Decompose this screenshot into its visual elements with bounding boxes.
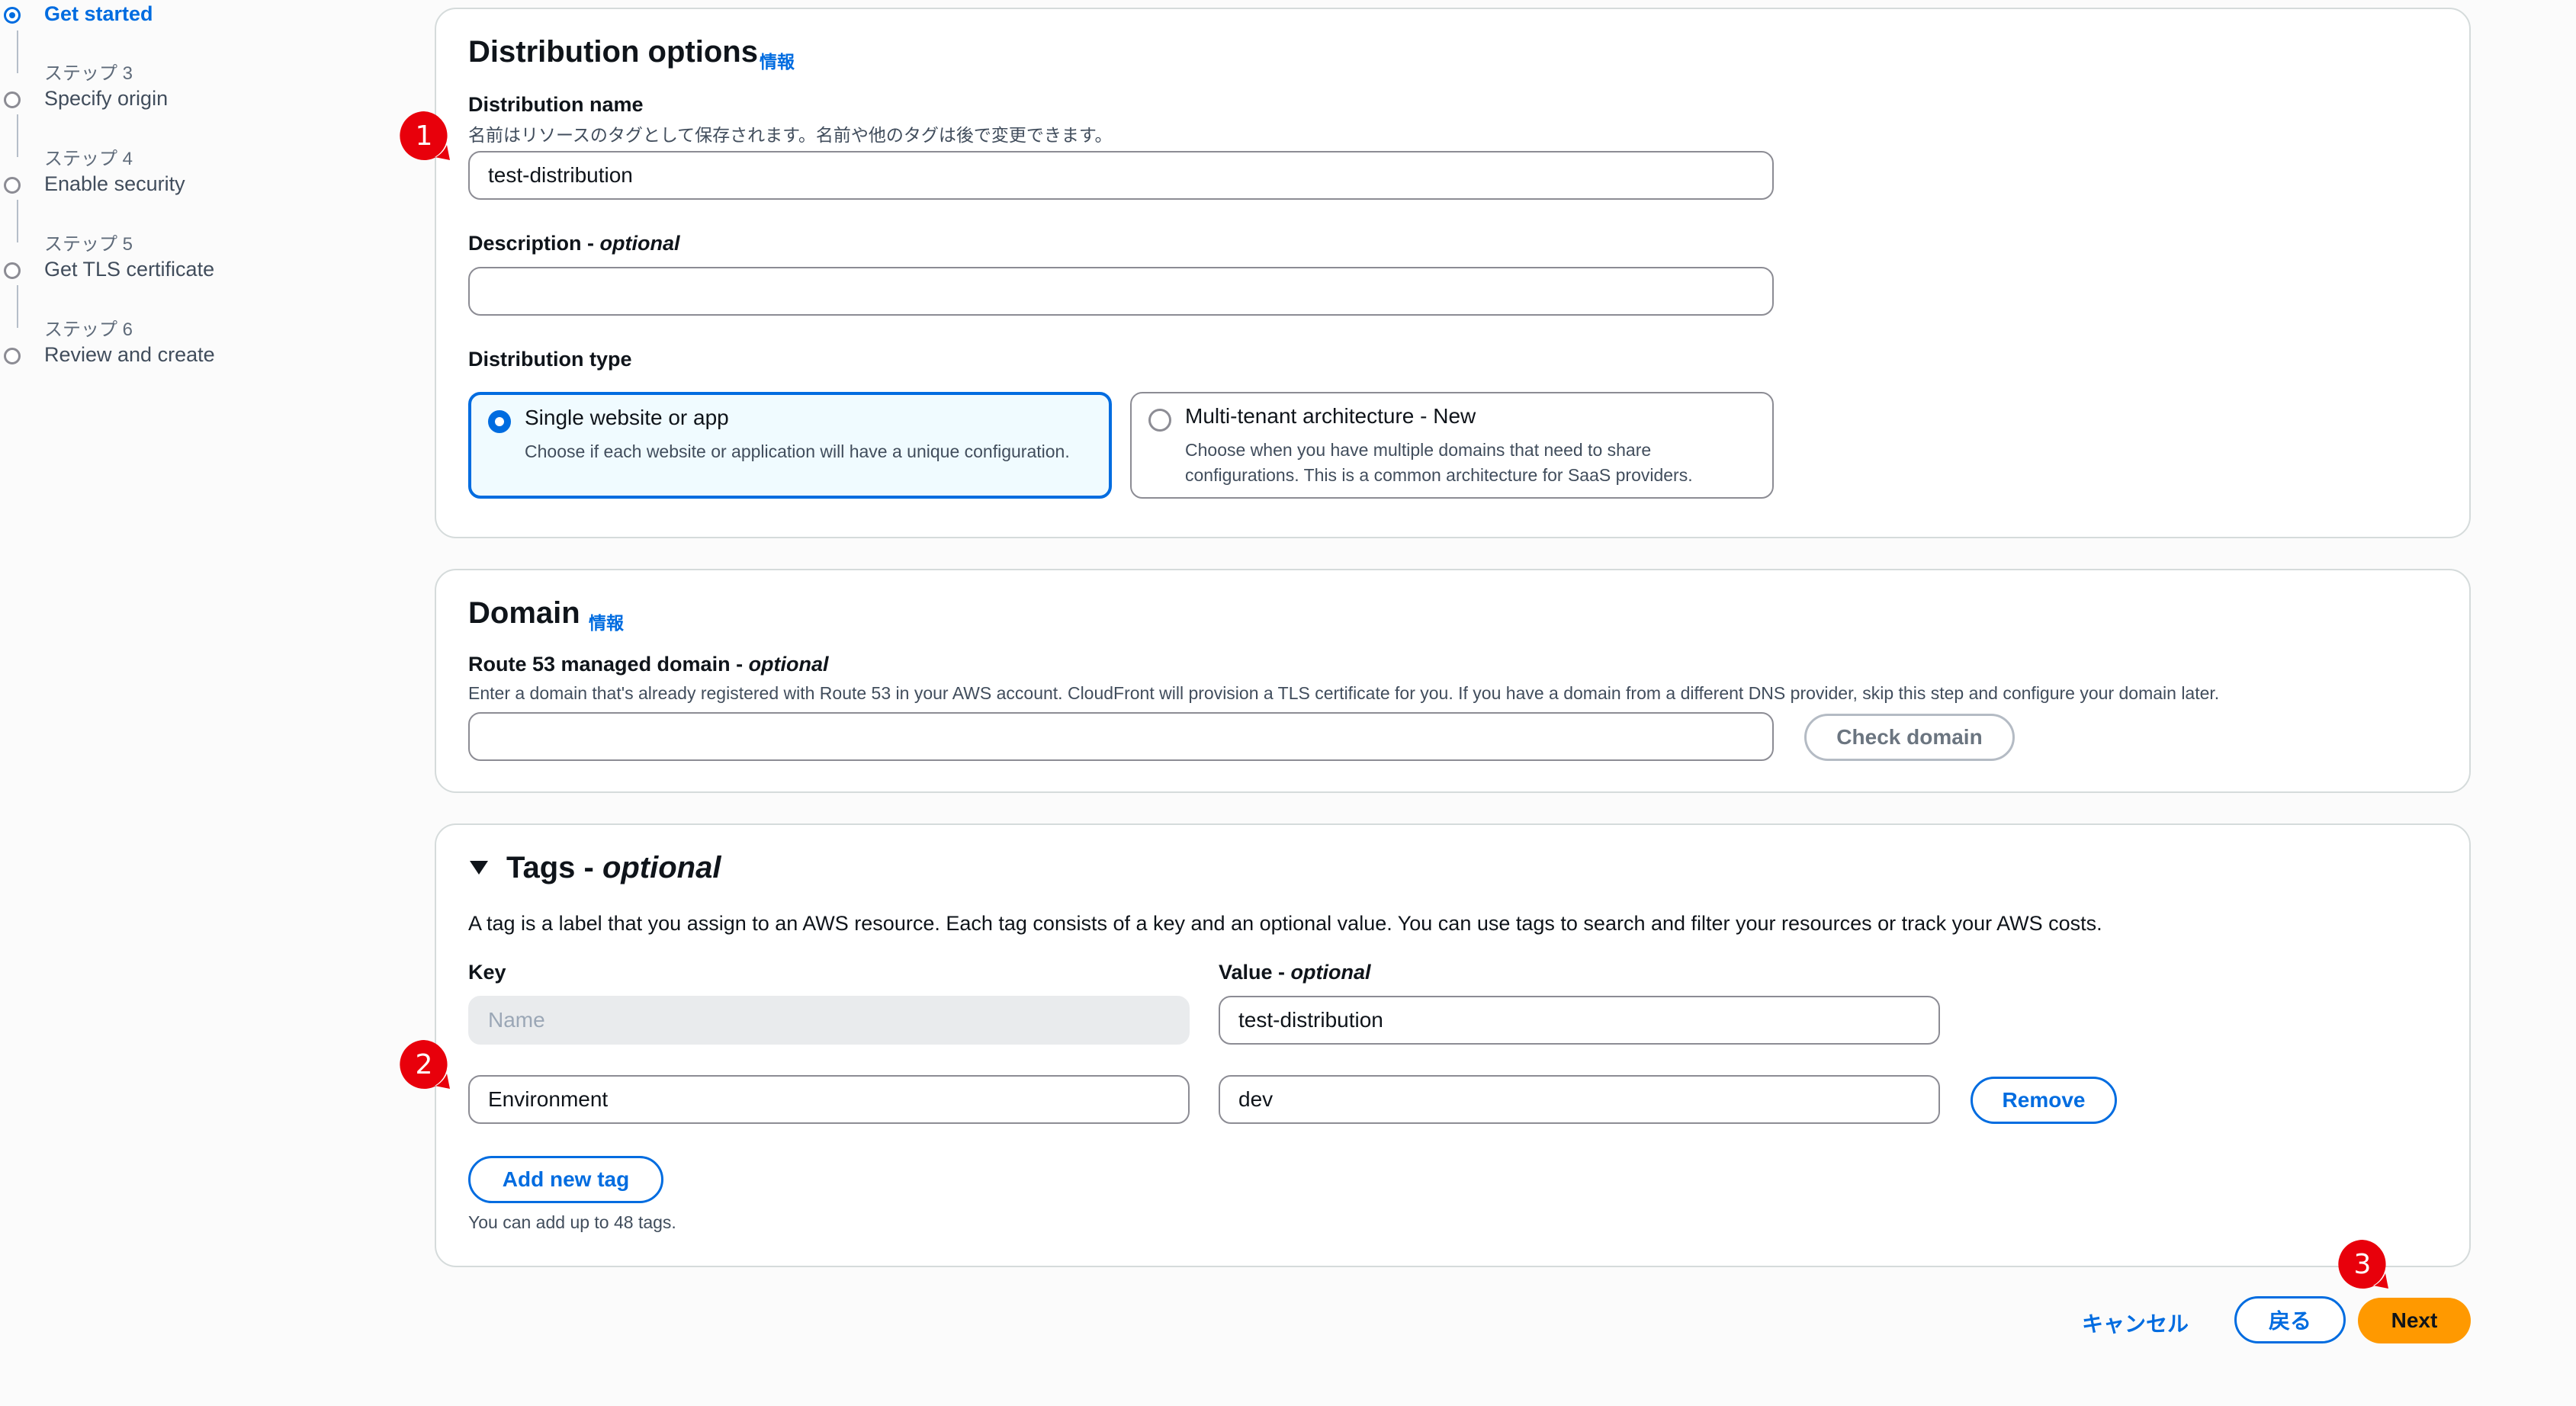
description-label: Description - optional (468, 232, 680, 255)
cancel-button[interactable]: キャンセル (2082, 1308, 2189, 1338)
tag-key-input-name: Name (468, 996, 1190, 1045)
tile-title: Multi-tenant architecture - New (1185, 404, 1476, 428)
distribution-type-label: Distribution type (468, 348, 632, 371)
description-input[interactable] (468, 267, 1774, 316)
add-new-tag-button[interactable]: Add new tag (468, 1156, 663, 1203)
info-link[interactable]: 情報 (760, 47, 795, 73)
radio-unselected-icon[interactable] (1148, 409, 1171, 432)
step-specify-origin: Specify origin (44, 87, 169, 110)
tag-value-label: Value - optional (1219, 961, 1371, 984)
step-current-icon (4, 7, 21, 24)
tile-description: Choose when you have multiple domains th… (1185, 440, 1693, 485)
annotation-badge-1: 1 (397, 108, 451, 163)
step-pending-icon (4, 348, 21, 364)
route53-domain-label: Route 53 managed domain - optional (468, 653, 829, 676)
distribution-name-input[interactable]: test-distribution (468, 151, 1774, 200)
info-link[interactable]: 情報 (589, 608, 624, 634)
tile-description: Choose if each website or application wi… (525, 441, 1070, 461)
tag-key-input-environment[interactable]: Environment (468, 1075, 1190, 1124)
check-domain-button[interactable]: Check domain (1804, 714, 2015, 761)
tag-limit-note: You can add up to 48 tags. (468, 1212, 676, 1232)
next-button[interactable]: Next (2358, 1298, 2471, 1343)
step-number-label: ステップ 6 (44, 319, 133, 340)
distribution-options-heading: Distribution options (468, 35, 758, 69)
tag-key-label: Key (468, 961, 506, 984)
step-number-label: ステップ 3 (44, 63, 133, 84)
step-enable-security: Enable security (44, 172, 185, 195)
remove-tag-button[interactable]: Remove (1971, 1077, 2117, 1124)
tag-value-input-name[interactable]: test-distribution (1219, 996, 1940, 1045)
annotation-badge-2: 2 (397, 1037, 451, 1092)
domain-heading: Domain (468, 596, 580, 630)
distribution-name-description: 名前はリソースのタグとして保存されます。名前や他のタグは後で変更できます。 (468, 125, 1113, 145)
tags-description: A tag is a label that you assign to an A… (468, 912, 2102, 935)
step-connector (17, 114, 18, 157)
radio-selected-icon[interactable] (488, 410, 511, 433)
step-number-label: ステップ 4 (44, 149, 133, 169)
tags-heading[interactable]: Tags - optional (506, 851, 721, 885)
tags-panel: Tags - optional A tag is a label that yo… (435, 823, 2471, 1267)
distribution-type-single-website-tile[interactable]: Single website or app Choose if each web… (468, 392, 1112, 499)
distribution-type-multi-tenant-tile[interactable]: Multi-tenant architecture - New Choose w… (1130, 392, 1774, 499)
back-button[interactable]: 戻る (2234, 1296, 2346, 1343)
route53-domain-description: Enter a domain that's already registered… (468, 683, 2220, 703)
annotation-number: 1 (415, 120, 433, 152)
step-connector (17, 285, 18, 328)
route53-domain-input[interactable] (468, 712, 1774, 761)
tile-title: Single website or app (525, 406, 729, 429)
step-number-label: ステップ 5 (44, 234, 133, 255)
step-get-tls-certificate: Get TLS certificate (44, 258, 215, 281)
step-connector (17, 200, 18, 242)
domain-panel: Domain 情報 Route 53 managed domain - opti… (435, 569, 2471, 793)
distribution-options-panel: Distribution options 情報 Distribution nam… (435, 8, 2471, 538)
annotation-number: 3 (2353, 1248, 2372, 1280)
distribution-name-label: Distribution name (468, 93, 644, 116)
tag-value-input-environment[interactable]: dev (1219, 1075, 1940, 1124)
step-pending-icon (4, 91, 21, 108)
step-pending-icon (4, 262, 21, 279)
step-get-started[interactable]: Get started (44, 2, 153, 26)
step-review-and-create: Review and create (44, 343, 215, 366)
caret-down-icon[interactable] (468, 859, 490, 877)
annotation-number: 2 (415, 1048, 433, 1080)
step-pending-icon (4, 177, 21, 194)
annotation-badge-3: 3 (2335, 1237, 2390, 1292)
step-connector (17, 30, 18, 73)
